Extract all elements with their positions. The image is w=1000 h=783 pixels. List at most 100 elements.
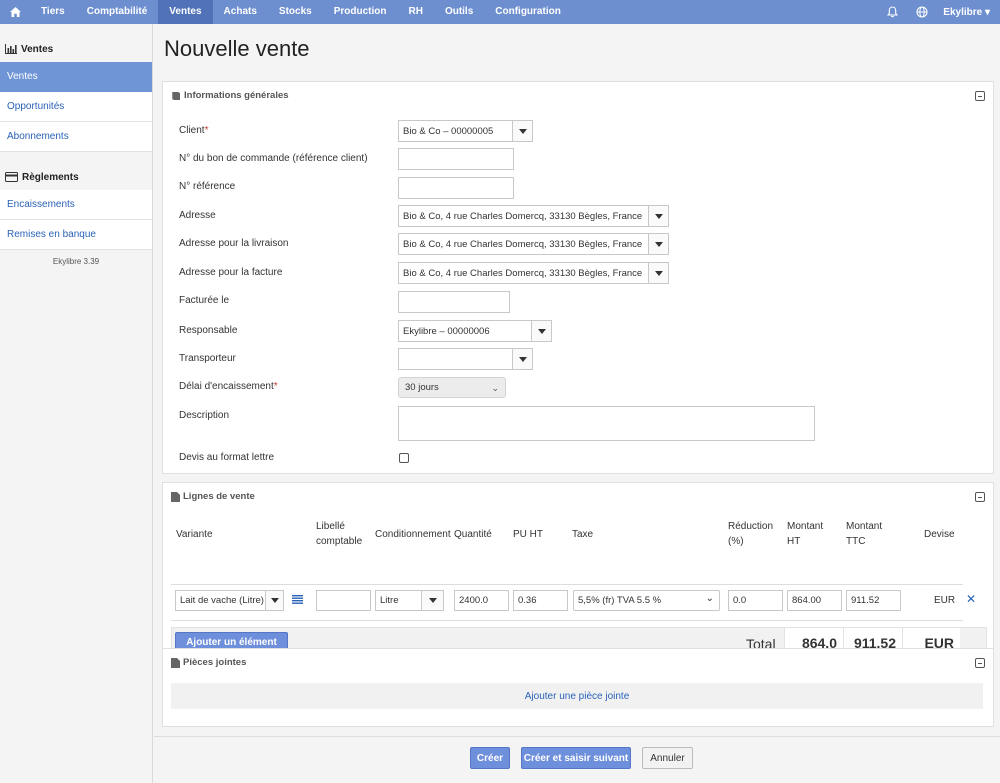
col-label: Libellé comptable xyxy=(316,521,363,547)
chevron-down-icon xyxy=(421,591,443,610)
col-amount-ttc: Montant TTC xyxy=(846,521,883,547)
chevron-down-icon xyxy=(265,591,283,610)
sidebar-item-encaissements[interactable]: Encaissements xyxy=(0,190,152,220)
chevron-down-icon xyxy=(512,121,532,141)
app-version: Ekylibre 3.39 xyxy=(52,257,100,266)
sidebar-item-abonnements[interactable]: Abonnements xyxy=(0,122,152,152)
chevron-down-icon xyxy=(512,349,532,369)
top-navbar: Tiers Comptabilité Ventes Achats Stocks … xyxy=(0,0,1000,24)
attachments-panel: Pièces jointes Ajouter une pièce jointe xyxy=(162,648,994,727)
sidebar-item-remises[interactable]: Remises en banque xyxy=(0,220,152,250)
responsible-label: Responsable xyxy=(179,325,238,336)
form-actions: Créer Créer et saisir suivant Annuler xyxy=(154,736,1000,783)
carrier-label: Transporteur xyxy=(179,353,236,364)
language-button[interactable] xyxy=(907,0,937,24)
nav-production[interactable]: Production xyxy=(323,0,398,24)
nav-achats[interactable]: Achats xyxy=(213,0,268,24)
home-icon xyxy=(9,7,21,17)
chevron-down-icon xyxy=(531,321,551,341)
client-label: Client* xyxy=(179,125,209,136)
collapse-button[interactable] xyxy=(975,492,985,502)
row-divider xyxy=(171,584,963,585)
invoiced-at-input[interactable] xyxy=(398,291,510,313)
col-amount-ht: Montant HT xyxy=(787,521,824,547)
invoice-address-select[interactable]: Bio & Co, 4 rue Charles Domercq, 33130 B… xyxy=(398,262,669,284)
chevron-down-icon xyxy=(648,234,668,254)
col-unit-price: PU HT xyxy=(513,529,543,540)
chevron-down-icon: ⌄ xyxy=(491,383,499,393)
payment-delay-label: Délai d'encaissement* xyxy=(179,381,278,392)
create-button[interactable]: Créer xyxy=(470,747,510,769)
tax-select[interactable]: 5,5% (fr) TVA 5.5 % ⌄ xyxy=(573,590,720,611)
collapse-button[interactable] xyxy=(975,658,985,668)
sidebar-section-title: Règlements xyxy=(22,171,79,183)
letter-format-label: Devis au format lettre xyxy=(179,452,275,463)
sidebar-section-ventes: Ventes xyxy=(0,36,152,62)
sidebar-section-title: Ventes xyxy=(21,43,54,55)
globe-icon xyxy=(916,6,928,18)
quantity-input[interactable]: 2400.0 xyxy=(454,590,509,611)
nav-tiers[interactable]: Tiers xyxy=(30,0,76,24)
responsible-select[interactable]: Ekylibre – 00000006 xyxy=(398,320,552,342)
nav-comptabilite[interactable]: Comptabilité xyxy=(76,0,159,24)
sales-lines-panel: Lignes de vente Variante Libellé comptabl… xyxy=(162,482,994,664)
chevron-down-icon: ⌄ xyxy=(705,593,714,604)
sidebar-item-opportunites[interactable]: Opportunités xyxy=(0,92,152,122)
nav-configuration[interactable]: Configuration xyxy=(484,0,572,24)
accounting-label-input[interactable] xyxy=(316,590,371,611)
carrier-select[interactable] xyxy=(398,348,533,370)
document-icon xyxy=(171,491,180,502)
collapse-button[interactable] xyxy=(975,91,985,101)
credit-card-icon xyxy=(5,172,18,182)
col-variant: Variante xyxy=(176,529,213,540)
delivery-address-select[interactable]: Bio & Co, 4 rue Charles Domercq, 33130 B… xyxy=(398,233,669,255)
payment-delay-select[interactable]: 30 jours ⌄ xyxy=(398,377,506,398)
invoice-address-label: Adresse pour la facture xyxy=(179,267,283,278)
bell-icon xyxy=(886,6,898,18)
page-title: Nouvelle vente xyxy=(164,36,310,61)
notifications-button[interactable] xyxy=(877,0,907,24)
sidebar-item-ventes[interactable]: Ventes xyxy=(0,62,152,92)
amount-ttc-input[interactable]: 911.52 xyxy=(846,590,901,611)
client-select[interactable]: Bio & Co – 00000005 xyxy=(398,120,533,142)
address-label: Adresse xyxy=(179,210,216,221)
currency-value: EUR xyxy=(934,595,956,606)
amount-ht-input[interactable]: 864.00 xyxy=(787,590,842,611)
reduction-input[interactable]: 0.0 xyxy=(728,590,783,611)
main-content: Nouvelle vente Informations générales Cl… xyxy=(154,24,1000,783)
chevron-down-icon xyxy=(648,263,668,283)
user-menu[interactable]: Ekylibre ▾ xyxy=(937,7,1000,18)
create-and-next-button[interactable]: Créer et saisir suivant xyxy=(521,747,631,769)
col-currency: Devise xyxy=(924,529,955,540)
nav-rh[interactable]: RH xyxy=(397,0,433,24)
nav-ventes[interactable]: Ventes xyxy=(158,0,213,24)
nav-outils[interactable]: Outils xyxy=(434,0,484,24)
unit-price-input[interactable]: 0.36 xyxy=(513,590,568,611)
variant-select[interactable]: Lait de vache (Litre) xyxy=(175,590,284,611)
add-attachment-link[interactable]: Ajouter une pièce jointe xyxy=(171,683,983,709)
panel-title: Informations générales xyxy=(184,90,289,101)
address-select[interactable]: Bio & Co, 4 rue Charles Domercq, 33130 B… xyxy=(398,205,669,227)
po-input[interactable] xyxy=(398,148,514,170)
general-info-panel: Informations générales Client* Bio & Co … xyxy=(162,81,994,474)
list-details-icon[interactable] xyxy=(292,595,303,604)
letter-format-checkbox[interactable] xyxy=(399,453,409,463)
invoiced-at-label: Facturée le xyxy=(179,295,230,306)
home-button[interactable] xyxy=(0,0,30,24)
cancel-button[interactable]: Annuler xyxy=(642,747,693,769)
panel-header: Informations générales xyxy=(171,90,289,101)
col-tax: Taxe xyxy=(572,529,594,540)
sidebar-section-reglements: Règlements xyxy=(0,164,152,190)
chevron-down-icon xyxy=(648,206,668,226)
sidebar: Ventes Ventes Opportunités Abonnements R… xyxy=(0,24,153,783)
packaging-select[interactable]: Litre xyxy=(375,590,444,611)
delivery-address-label: Adresse pour la livraison xyxy=(179,238,289,249)
description-textarea[interactable] xyxy=(398,406,815,441)
reference-input[interactable] xyxy=(398,177,514,199)
nav-stocks[interactable]: Stocks xyxy=(268,0,323,24)
description-label: Description xyxy=(179,410,230,421)
po-label: N° du bon de commande (référence client) xyxy=(179,153,368,164)
panel-header: Pièces jointes xyxy=(171,657,246,668)
remove-line-icon[interactable]: ✕ xyxy=(966,592,976,606)
document-icon xyxy=(171,657,180,668)
